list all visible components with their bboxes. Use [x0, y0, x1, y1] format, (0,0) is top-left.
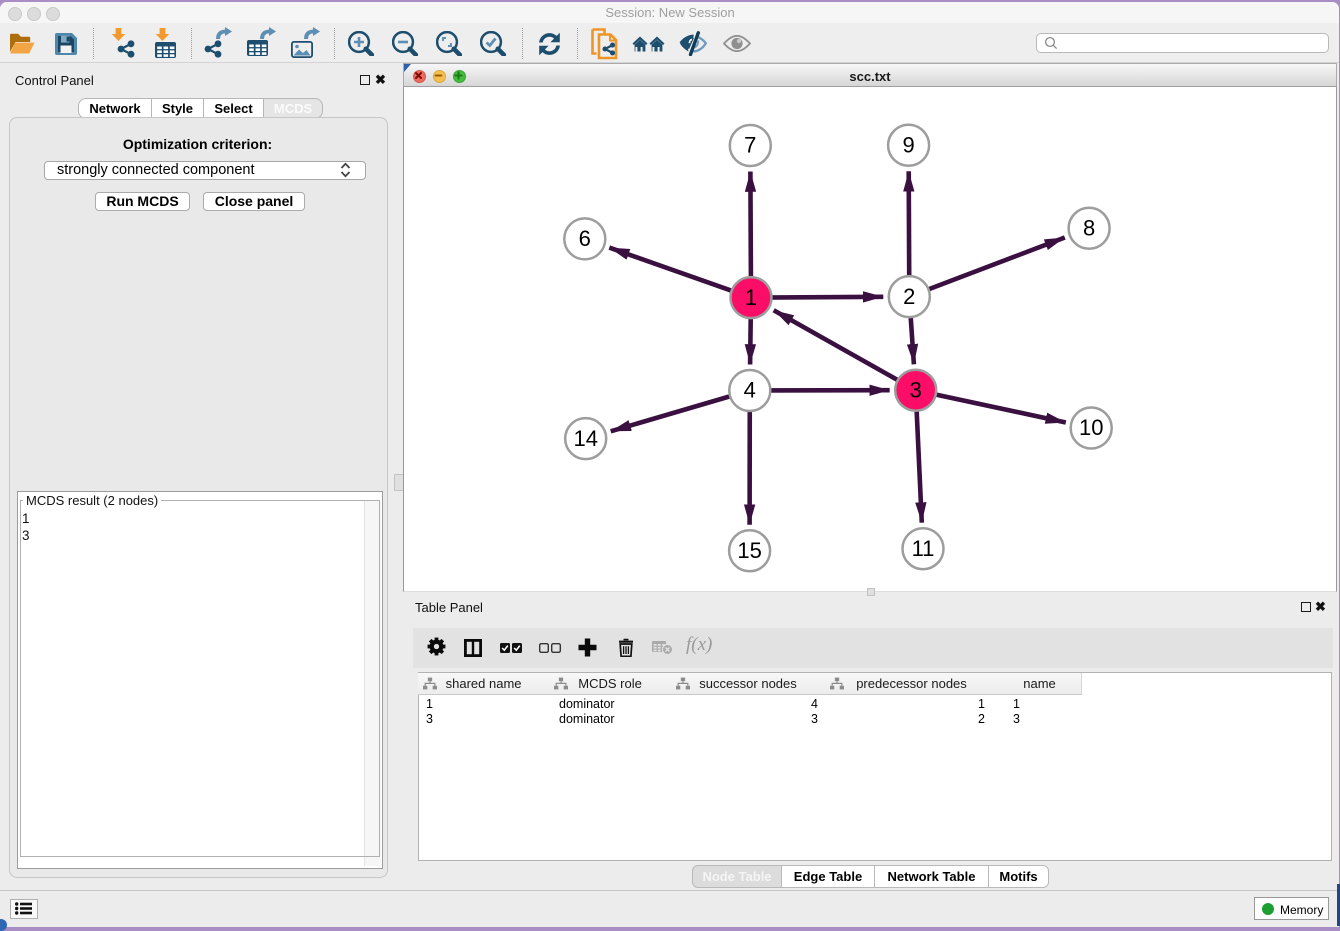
svg-text:14: 14 — [573, 426, 597, 451]
svg-text:4: 4 — [744, 378, 756, 403]
svg-text:1: 1 — [745, 285, 757, 310]
svg-text:2: 2 — [903, 284, 915, 309]
svg-text:10: 10 — [1079, 415, 1103, 440]
svg-text:15: 15 — [737, 538, 761, 563]
svg-text:11: 11 — [912, 536, 935, 561]
svg-text:6: 6 — [579, 226, 591, 251]
svg-text:8: 8 — [1083, 216, 1095, 241]
svg-text:9: 9 — [902, 133, 914, 158]
svg-text:3: 3 — [910, 377, 922, 402]
svg-text:7: 7 — [744, 133, 756, 158]
